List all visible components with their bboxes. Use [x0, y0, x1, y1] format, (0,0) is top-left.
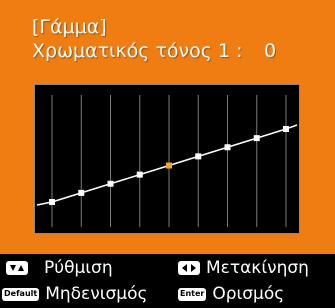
- gamma-point[interactable]: [49, 199, 55, 205]
- up-down-arrows-icon: [6, 261, 28, 275]
- enter-key-icon: Enter: [178, 287, 207, 301]
- hint-adjust: Ρύθμιση: [6, 258, 113, 278]
- gamma-point[interactable]: [283, 126, 289, 132]
- tone-value: 0: [264, 40, 277, 62]
- gamma-curve-graph[interactable]: [34, 84, 300, 234]
- hint-reset: Default Μηδενισμός: [2, 284, 147, 304]
- left-right-arrows-icon: [178, 261, 200, 275]
- gamma-point[interactable]: [136, 171, 143, 178]
- graph-background: [35, 85, 299, 233]
- hint-move-label: Μετακίνηση: [206, 258, 309, 278]
- gamma-point[interactable]: [224, 144, 231, 151]
- gamma-point-selected[interactable]: [166, 162, 172, 169]
- hint-move: Μετακίνηση: [178, 258, 309, 278]
- hint-adjust-label: Ρύθμιση: [44, 258, 113, 278]
- gamma-point[interactable]: [195, 153, 202, 160]
- default-key-icon: Default: [2, 287, 40, 301]
- gamma-curve-svg: [35, 85, 299, 233]
- hint-set-label: Ορισμός: [212, 284, 285, 304]
- gamma-point[interactable]: [78, 189, 85, 196]
- tone-label: Χρωματικός τόνος 1 :: [32, 40, 243, 62]
- button-hint-bar: Ρύθμιση Μετακίνηση Default Μηδενισμός En…: [0, 254, 335, 308]
- gamma-point[interactable]: [107, 180, 114, 187]
- hint-reset-label: Μηδενισμός: [45, 284, 148, 304]
- page-title: [Γάμμα]: [32, 16, 107, 38]
- hint-set: Enter Ορισμός: [178, 284, 284, 304]
- gamma-adjust-screen: [Γάμμα] Χρωματικός τόνος 1 : 0: [0, 0, 335, 254]
- gamma-point[interactable]: [253, 135, 260, 142]
